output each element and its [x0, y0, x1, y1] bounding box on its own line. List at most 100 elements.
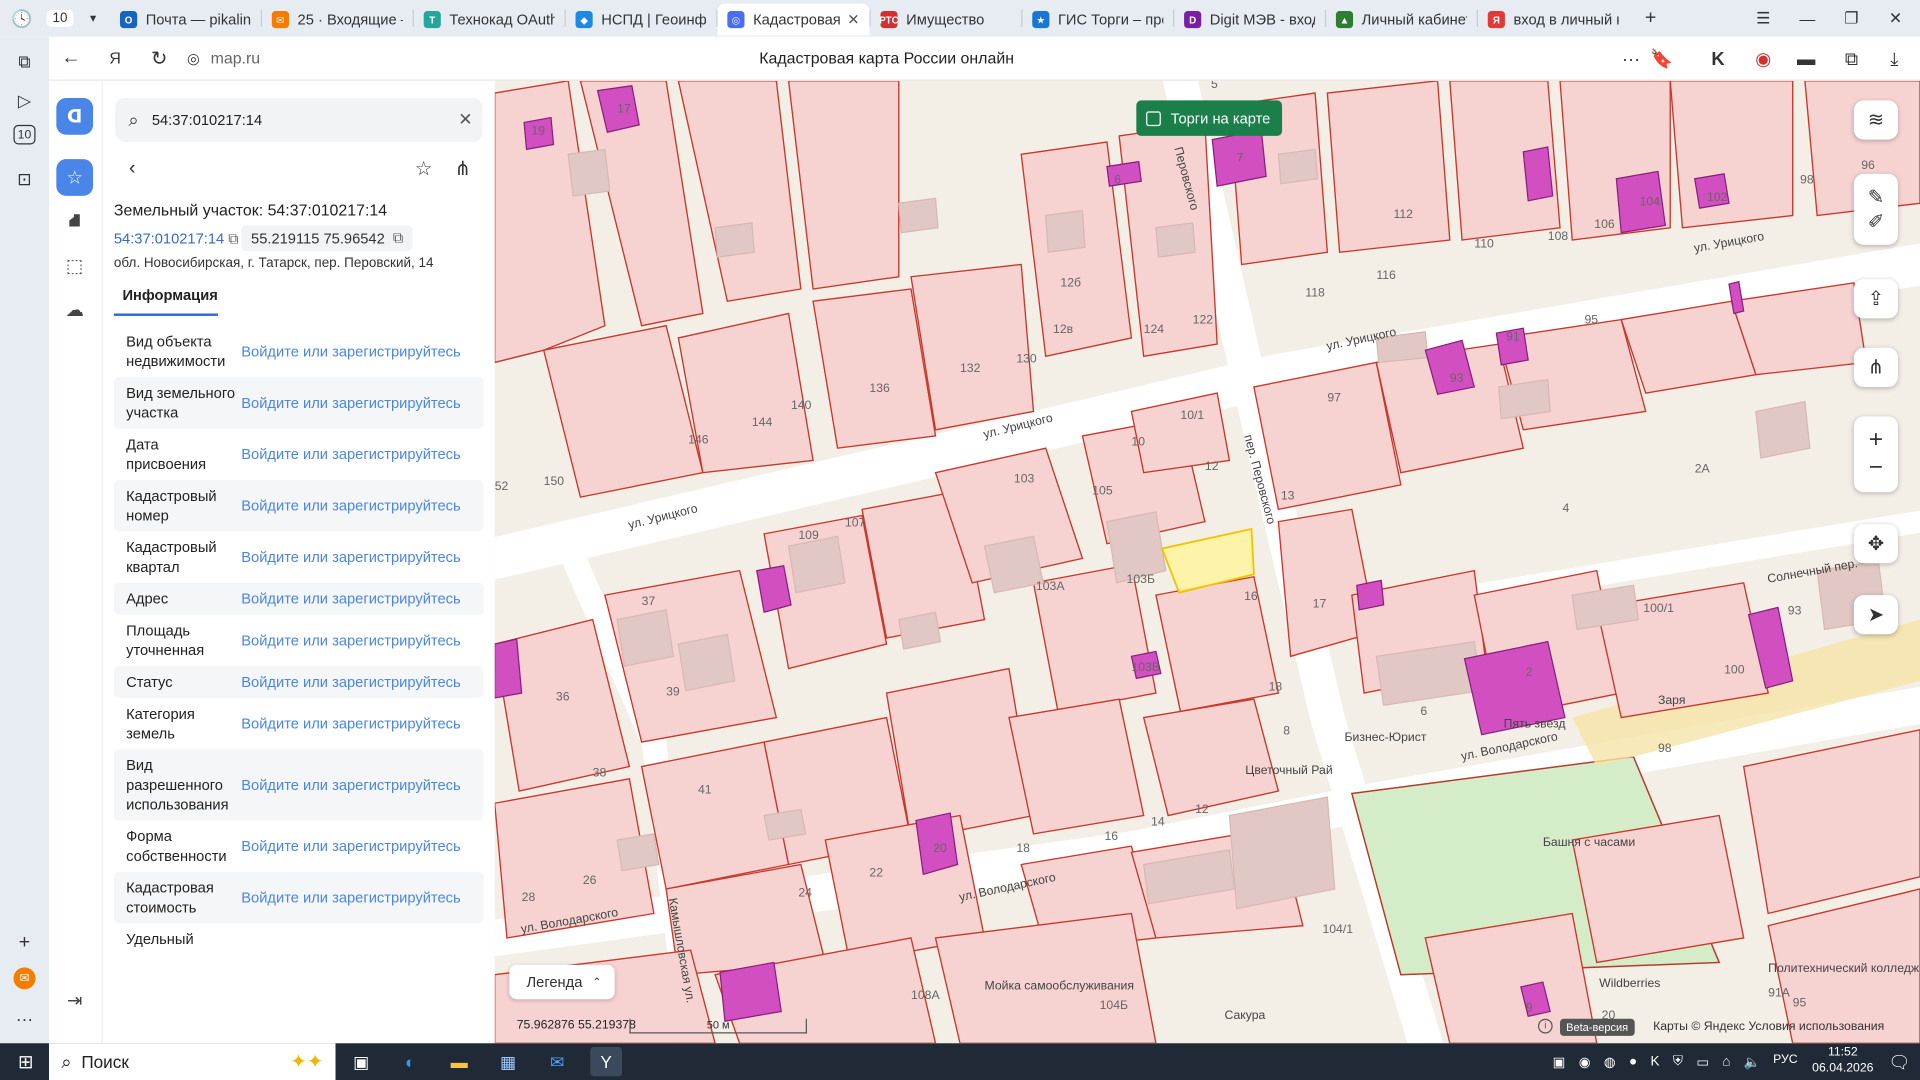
login-link[interactable]: Войдите или зарегистрируйтесь	[241, 343, 460, 360]
browser-tab[interactable]: ★ ГИС Торги – прод	[1022, 4, 1173, 36]
land-parcel[interactable]	[1008, 698, 1145, 835]
task-view-icon[interactable]: ▣	[345, 1047, 377, 1076]
land-parcel[interactable]	[1155, 575, 1280, 713]
favorites-icon[interactable]: ☆	[56, 159, 94, 196]
registered-parcel[interactable]	[719, 961, 782, 1022]
notifications-icon[interactable]: 🗨	[1883, 1047, 1915, 1076]
building[interactable]	[787, 535, 846, 594]
torgi-checkbox[interactable]	[1146, 110, 1161, 126]
share-icon[interactable]: ⋔	[448, 154, 477, 183]
tray-app-icon[interactable]: ▣	[1553, 1054, 1566, 1070]
app-logo[interactable]: ᗡ	[56, 97, 94, 135]
tabs-dropdown-icon[interactable]: ▾	[76, 0, 110, 37]
new-tab-button[interactable]: +	[1633, 0, 1667, 37]
clear-search-icon[interactable]: ✕	[458, 109, 472, 130]
building[interactable]	[898, 611, 942, 650]
edge-icon[interactable]: ◐	[394, 1047, 426, 1076]
browser-tab[interactable]: O Почта — pikalina_c	[110, 4, 261, 36]
extension-target-icon[interactable]: ◉	[1742, 37, 1784, 81]
layers-button[interactable]: ≋	[1853, 100, 1898, 140]
browser-tab[interactable]: ▲ Личный кабинет	[1326, 4, 1477, 36]
copy-coords-icon[interactable]: ⧉	[393, 229, 404, 247]
pan-button[interactable]: ✥	[1853, 524, 1898, 564]
land-parcel[interactable]	[1742, 729, 1920, 915]
land-parcel[interactable]	[542, 324, 704, 498]
torgi-toggle[interactable]: Торги на карте	[1136, 100, 1283, 136]
login-link[interactable]: Войдите или зарегистрируйтесь	[241, 673, 460, 690]
copy-icon[interactable]: ⧉	[228, 230, 239, 247]
registered-parcel[interactable]	[494, 638, 523, 699]
building[interactable]	[1045, 209, 1086, 253]
land-parcel[interactable]	[677, 80, 802, 302]
land-parcel[interactable]	[787, 80, 900, 290]
back-button[interactable]: ‹	[118, 154, 147, 183]
legend-button[interactable]: Легенда ⌃	[509, 964, 615, 1000]
registered-parcel[interactable]	[1356, 579, 1385, 611]
land-parcel[interactable]	[677, 312, 814, 474]
add-panel-icon[interactable]: +	[10, 928, 39, 957]
downloads-icon[interactable]: ⧉	[1831, 37, 1873, 81]
site-info-icon[interactable]: ◎	[181, 36, 205, 80]
ruler-icon[interactable]: ✎	[1868, 185, 1884, 209]
zoom-in-icon[interactable]: +	[1869, 426, 1883, 454]
cadastral-map[interactable]: ул. Урицкого ул. Урицкого ул. Урицкого ул. …	[494, 80, 1920, 1044]
mail-widget-icon[interactable]: ✉	[13, 967, 36, 990]
login-link[interactable]: Войдите или зарегистрируйтесь	[241, 590, 460, 607]
building[interactable]	[1755, 400, 1811, 459]
counter-icon[interactable]: 10	[13, 124, 36, 145]
building[interactable]	[677, 633, 736, 692]
map-canvas[interactable]: ул. Урицкогоул. Урицкогоул. Урицкогоул. …	[494, 80, 1920, 1044]
zoom-out-icon[interactable]: −	[1869, 454, 1883, 482]
land-parcel[interactable]	[1326, 80, 1451, 253]
login-link[interactable]: Войдите или зарегистрируйтесь	[241, 497, 460, 514]
browser-tab[interactable]: T Технокад OAuth	[414, 4, 565, 36]
favorite-star-icon[interactable]: ☆	[409, 154, 438, 183]
land-parcel[interactable]	[1253, 361, 1402, 511]
tray-monitor-icon[interactable]: ▭	[1696, 1054, 1709, 1070]
reload-icon[interactable]: ↻	[137, 36, 181, 80]
close-window-button[interactable]: ✕	[1873, 0, 1917, 37]
building[interactable]	[898, 197, 939, 234]
cadastral-number-link[interactable]: 54:37:010217:14 ⧉	[114, 230, 239, 248]
login-link[interactable]: Войдите или зарегистрируйтесь	[241, 549, 460, 566]
taskbar-search[interactable]: ⌕ Поиск ✦✦	[48, 1043, 336, 1080]
select-area-icon[interactable]: ⬚	[56, 247, 93, 284]
url-field[interactable]: map.ru	[211, 49, 261, 67]
browser-tab[interactable]: Явход в личный каб	[1478, 4, 1629, 36]
tray-icons[interactable]: ▣ ◉ ◍ ● K ⛨ ▭ ⌂ 🔈	[1553, 1047, 1761, 1076]
login-link[interactable]: Войдите или зарегистрируйтесь	[241, 394, 460, 411]
tab-counter[interactable]: 10	[44, 0, 76, 37]
language-indicator[interactable]: РУС	[1773, 1053, 1798, 1066]
browser-tab[interactable]: ✉ 25 · Входящие — Я	[262, 4, 413, 36]
building[interactable]	[616, 833, 660, 872]
land-parcel[interactable]	[1669, 80, 1794, 229]
coordinates-chip[interactable]: 55.219115 75.96542 ⧉	[241, 225, 414, 252]
cloud-icon[interactable]: ☁	[56, 291, 93, 328]
login-link[interactable]: Войдите или зарегистрируйтесь	[241, 715, 460, 732]
tray-k-icon[interactable]: K	[1651, 1054, 1660, 1069]
login-link[interactable]: Войдите или зарегистрируйтесь	[241, 776, 460, 793]
explorer-icon[interactable]: ▬	[443, 1047, 475, 1076]
browser-tab[interactable]: ◎ Кадастровая к ✕	[717, 3, 870, 36]
tray-shield-icon[interactable]: ⛨	[1673, 1054, 1683, 1070]
tray-volume-icon[interactable]: 🔈	[1744, 1054, 1761, 1070]
extension-k-icon[interactable]: K	[1697, 37, 1739, 81]
screenshot-icon[interactable]: ⊡	[10, 164, 39, 193]
tab-information[interactable]: Информация	[113, 284, 218, 316]
login-icon[interactable]: ⇥	[56, 982, 93, 1019]
land-parcel[interactable]	[1142, 698, 1280, 817]
measure-button[interactable]: ✎ ✐	[1853, 173, 1898, 245]
login-link[interactable]: Войдите или зарегистрируйтесь	[241, 889, 460, 906]
land-parcel[interactable]	[885, 667, 1035, 841]
login-link[interactable]: Войдите или зарегистрируйтесь	[241, 838, 460, 855]
registered-parcel[interactable]	[1106, 160, 1142, 187]
download-arrow-icon[interactable]: ⤓	[1873, 37, 1915, 81]
back-icon[interactable]: ←	[49, 36, 93, 80]
minimize-button[interactable]: —	[1785, 0, 1829, 37]
extension-hat-icon[interactable]: ▬	[1785, 37, 1827, 81]
building[interactable]	[1155, 222, 1196, 258]
building[interactable]	[1228, 796, 1336, 910]
tray-network-icon[interactable]: ⌂	[1722, 1054, 1730, 1069]
collections-icon[interactable]: ⧉	[10, 47, 39, 76]
building[interactable]	[1498, 378, 1551, 420]
